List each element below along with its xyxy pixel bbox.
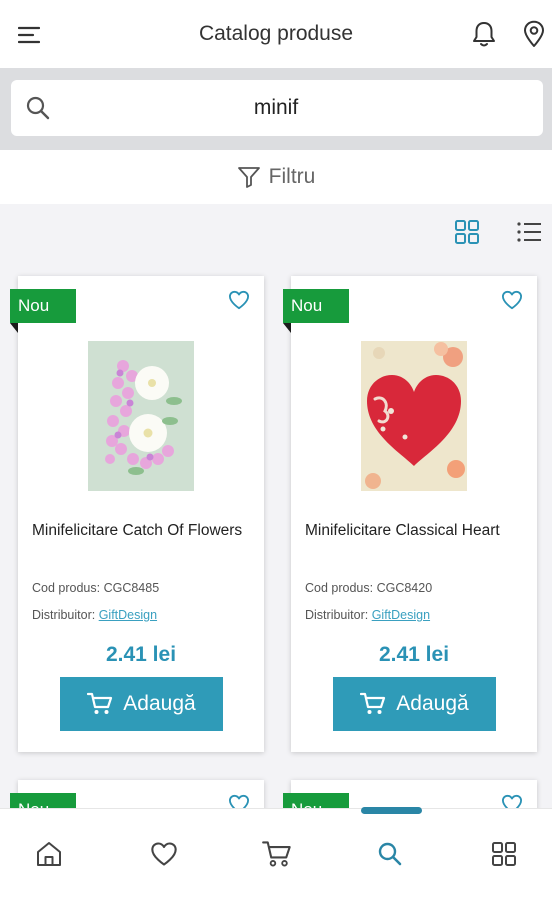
add-to-cart-label: Adaugă — [396, 692, 469, 715]
badge-fold — [283, 323, 291, 333]
bottom-navigation — [0, 807, 552, 900]
nav-search[interactable] — [375, 839, 405, 869]
grid-icon — [492, 842, 516, 866]
grid-view-button[interactable] — [454, 219, 480, 245]
add-to-cart-label: Adaugă — [123, 692, 196, 715]
list-view-button[interactable] — [516, 220, 542, 244]
search-icon — [378, 842, 402, 866]
filter-button[interactable]: Filtru — [237, 165, 316, 189]
product-price: 2.41 lei — [105, 643, 177, 666]
search-icon — [26, 96, 50, 120]
badge-fold — [10, 323, 18, 333]
new-badge: Nou — [10, 289, 76, 323]
add-to-cart-button[interactable]: Adaugă — [60, 677, 223, 731]
distributor-label: Distribuitor: — [305, 608, 372, 622]
distributor-link[interactable]: GiftDesign — [372, 608, 430, 622]
notifications-button[interactable] — [466, 16, 502, 52]
list-view-icon — [517, 222, 541, 242]
add-to-cart-button[interactable]: Adaugă — [333, 677, 496, 731]
new-badge: Nou — [283, 289, 349, 323]
grid-view-icon — [455, 220, 479, 244]
cart-icon — [262, 841, 291, 867]
heart-icon[interactable] — [501, 290, 523, 310]
product-card[interactable]: Nou Minifelicitare Classical Heart Cod p… — [283, 276, 537, 752]
heart-icon[interactable] — [228, 290, 250, 310]
bell-icon — [473, 22, 495, 47]
funnel-icon — [237, 167, 260, 188]
product-image-heart[interactable] — [361, 341, 467, 491]
product-card[interactable]: Nou Minifelicitare Catch Of Flowers Cod … — [10, 276, 264, 752]
product-name[interactable]: Minifelicitare Catch Of Flowers — [32, 521, 254, 541]
search-input[interactable] — [61, 80, 491, 136]
app-header: Catalog produse — [0, 0, 552, 68]
product-distributor: Distribuitor: GiftDesign — [305, 608, 430, 622]
product-price: 2.41 lei — [378, 643, 450, 666]
active-tab-indicator — [361, 807, 422, 814]
product-image-flowers[interactable] — [88, 341, 194, 491]
nav-cart[interactable] — [262, 839, 292, 869]
nav-home[interactable] — [34, 839, 64, 869]
map-pin-icon — [524, 20, 544, 47]
product-name[interactable]: Minifelicitare Classical Heart — [305, 521, 527, 541]
cart-icon — [87, 692, 113, 714]
distributor-link[interactable]: GiftDesign — [99, 608, 157, 622]
location-button[interactable] — [517, 16, 551, 52]
filter-label: Filtru — [268, 165, 316, 188]
home-icon — [37, 842, 61, 866]
cart-icon — [360, 692, 386, 714]
filter-bar: Filtru — [0, 150, 552, 204]
product-code: Cod produs: CGC8485 — [32, 581, 160, 595]
search-bar-area — [0, 68, 552, 150]
distributor-label: Distribuitor: — [32, 608, 99, 622]
nav-categories[interactable] — [489, 839, 519, 869]
product-distributor: Distribuitor: GiftDesign — [32, 608, 157, 622]
search-box[interactable] — [11, 80, 543, 136]
product-code: Cod produs: CGC8420 — [305, 581, 433, 595]
nav-favorites[interactable] — [149, 839, 179, 869]
heart-icon — [151, 842, 177, 866]
